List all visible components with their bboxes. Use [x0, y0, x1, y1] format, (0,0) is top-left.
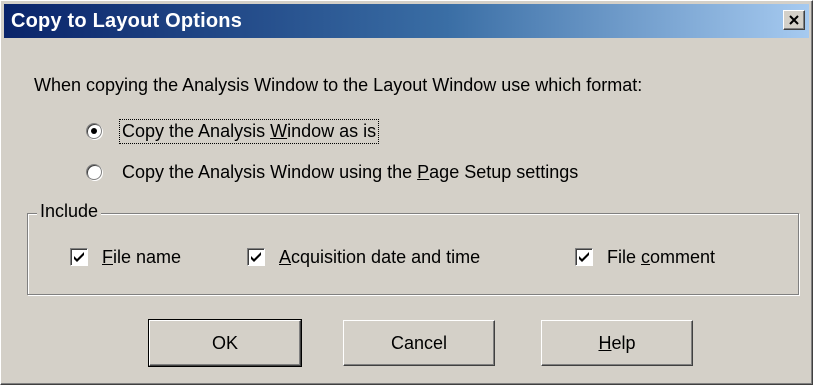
- checkbox-file-comment-box[interactable]: [575, 248, 593, 266]
- window-title: Copy to Layout Options: [11, 10, 243, 32]
- checkbox-file-comment[interactable]: File comment: [575, 245, 715, 269]
- hotkey-letter: H: [598, 332, 612, 353]
- label-text: ile name: [113, 246, 182, 267]
- radio-label-copy-as-is[interactable]: Copy the Analysis Window as is: [118, 118, 380, 144]
- label-text: Copy the Analysis: [122, 120, 271, 141]
- radio-button-copy-page-setup[interactable]: [86, 164, 102, 180]
- label-text: omment: [650, 246, 716, 267]
- title-bar[interactable]: Copy to Layout Options: [4, 4, 809, 38]
- close-icon: [789, 15, 799, 25]
- label-text: elp: [611, 332, 636, 353]
- checkbox-file-comment-label[interactable]: File comment: [607, 247, 715, 268]
- checkmark-icon: [74, 252, 84, 262]
- ok-button[interactable]: OK: [148, 319, 302, 367]
- close-button[interactable]: [783, 10, 805, 30]
- checkbox-file-name-label[interactable]: File name: [102, 247, 181, 268]
- label-text: indow as is: [287, 120, 377, 141]
- hotkey-letter: F: [102, 246, 113, 267]
- label-text: Copy the Analysis Window using the: [122, 161, 418, 182]
- cancel-button[interactable]: Cancel: [343, 320, 495, 366]
- label-text: cquisition date and time: [291, 246, 481, 267]
- radio-button-copy-as-is[interactable]: [86, 123, 102, 139]
- checkmark-icon: [579, 252, 589, 262]
- hotkey-letter: A: [279, 246, 292, 267]
- copy-to-layout-options-dialog: Copy to Layout Options When copying the …: [0, 0, 813, 385]
- checkbox-file-name-box[interactable]: [70, 248, 88, 266]
- radio-label-copy-page-setup[interactable]: Copy the Analysis Window using the Page …: [120, 161, 580, 184]
- checkbox-acquisition-date-box[interactable]: [247, 248, 265, 266]
- checkbox-acquisition-date[interactable]: Acquisition date and time: [247, 245, 480, 269]
- checkmark-icon: [251, 252, 261, 262]
- label-text: age Setup settings: [429, 161, 579, 182]
- checkbox-acquisition-date-label[interactable]: Acquisition date and time: [279, 247, 480, 268]
- help-button[interactable]: Help: [541, 320, 693, 366]
- hotkey-letter: c: [641, 246, 651, 267]
- include-group-label: Include: [37, 201, 102, 222]
- format-prompt: When copying the Analysis Window to the …: [34, 75, 643, 95]
- hotkey-letter: W: [270, 120, 288, 141]
- label-text: File: [607, 246, 642, 267]
- radio-copy-page-setup[interactable]: Copy the Analysis Window using the Page …: [86, 159, 580, 185]
- radio-copy-as-is[interactable]: Copy the Analysis Window as is: [86, 118, 380, 144]
- checkbox-file-name[interactable]: File name: [70, 245, 181, 269]
- hotkey-letter: P: [417, 161, 430, 182]
- radio-selected-dot: [91, 128, 97, 134]
